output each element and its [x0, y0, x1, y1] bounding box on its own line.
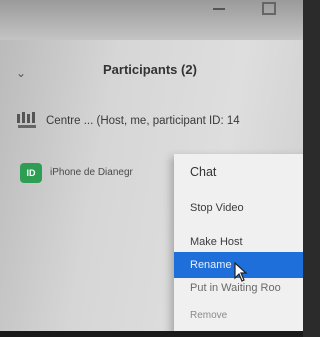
- avatar: ID: [20, 163, 42, 183]
- logo-icon: [17, 112, 36, 128]
- chevron-down-icon[interactable]: ⌄: [16, 66, 26, 80]
- participant-name: iPhone de Dianegr: [50, 167, 133, 178]
- participant-name: Centre ... (Host, me, participant ID: 14: [46, 115, 240, 127]
- avatar: [16, 112, 40, 132]
- window-title-bar: [0, 0, 303, 40]
- mouse-pointer-icon: [234, 262, 248, 282]
- maximize-icon[interactable]: [262, 2, 276, 15]
- zoom-participants-window: ⌄ Participants (2) Centre ... (Host, me,…: [0, 0, 303, 337]
- menu-item-chat[interactable]: Chat: [174, 160, 303, 184]
- menu-item-remove[interactable]: Remove: [174, 304, 303, 328]
- minimize-icon[interactable]: [213, 8, 225, 10]
- panel-title: Participants (2): [103, 62, 197, 77]
- menu-item-stop-video[interactable]: Stop Video: [174, 196, 303, 220]
- screen-bezel: [0, 331, 303, 337]
- participant-context-menu: Chat Stop Video Make Host Rename Put in …: [174, 154, 303, 337]
- menu-item-make-host[interactable]: Make Host: [174, 230, 303, 254]
- participant-row[interactable]: Centre ... (Host, me, participant ID: 14: [0, 108, 303, 136]
